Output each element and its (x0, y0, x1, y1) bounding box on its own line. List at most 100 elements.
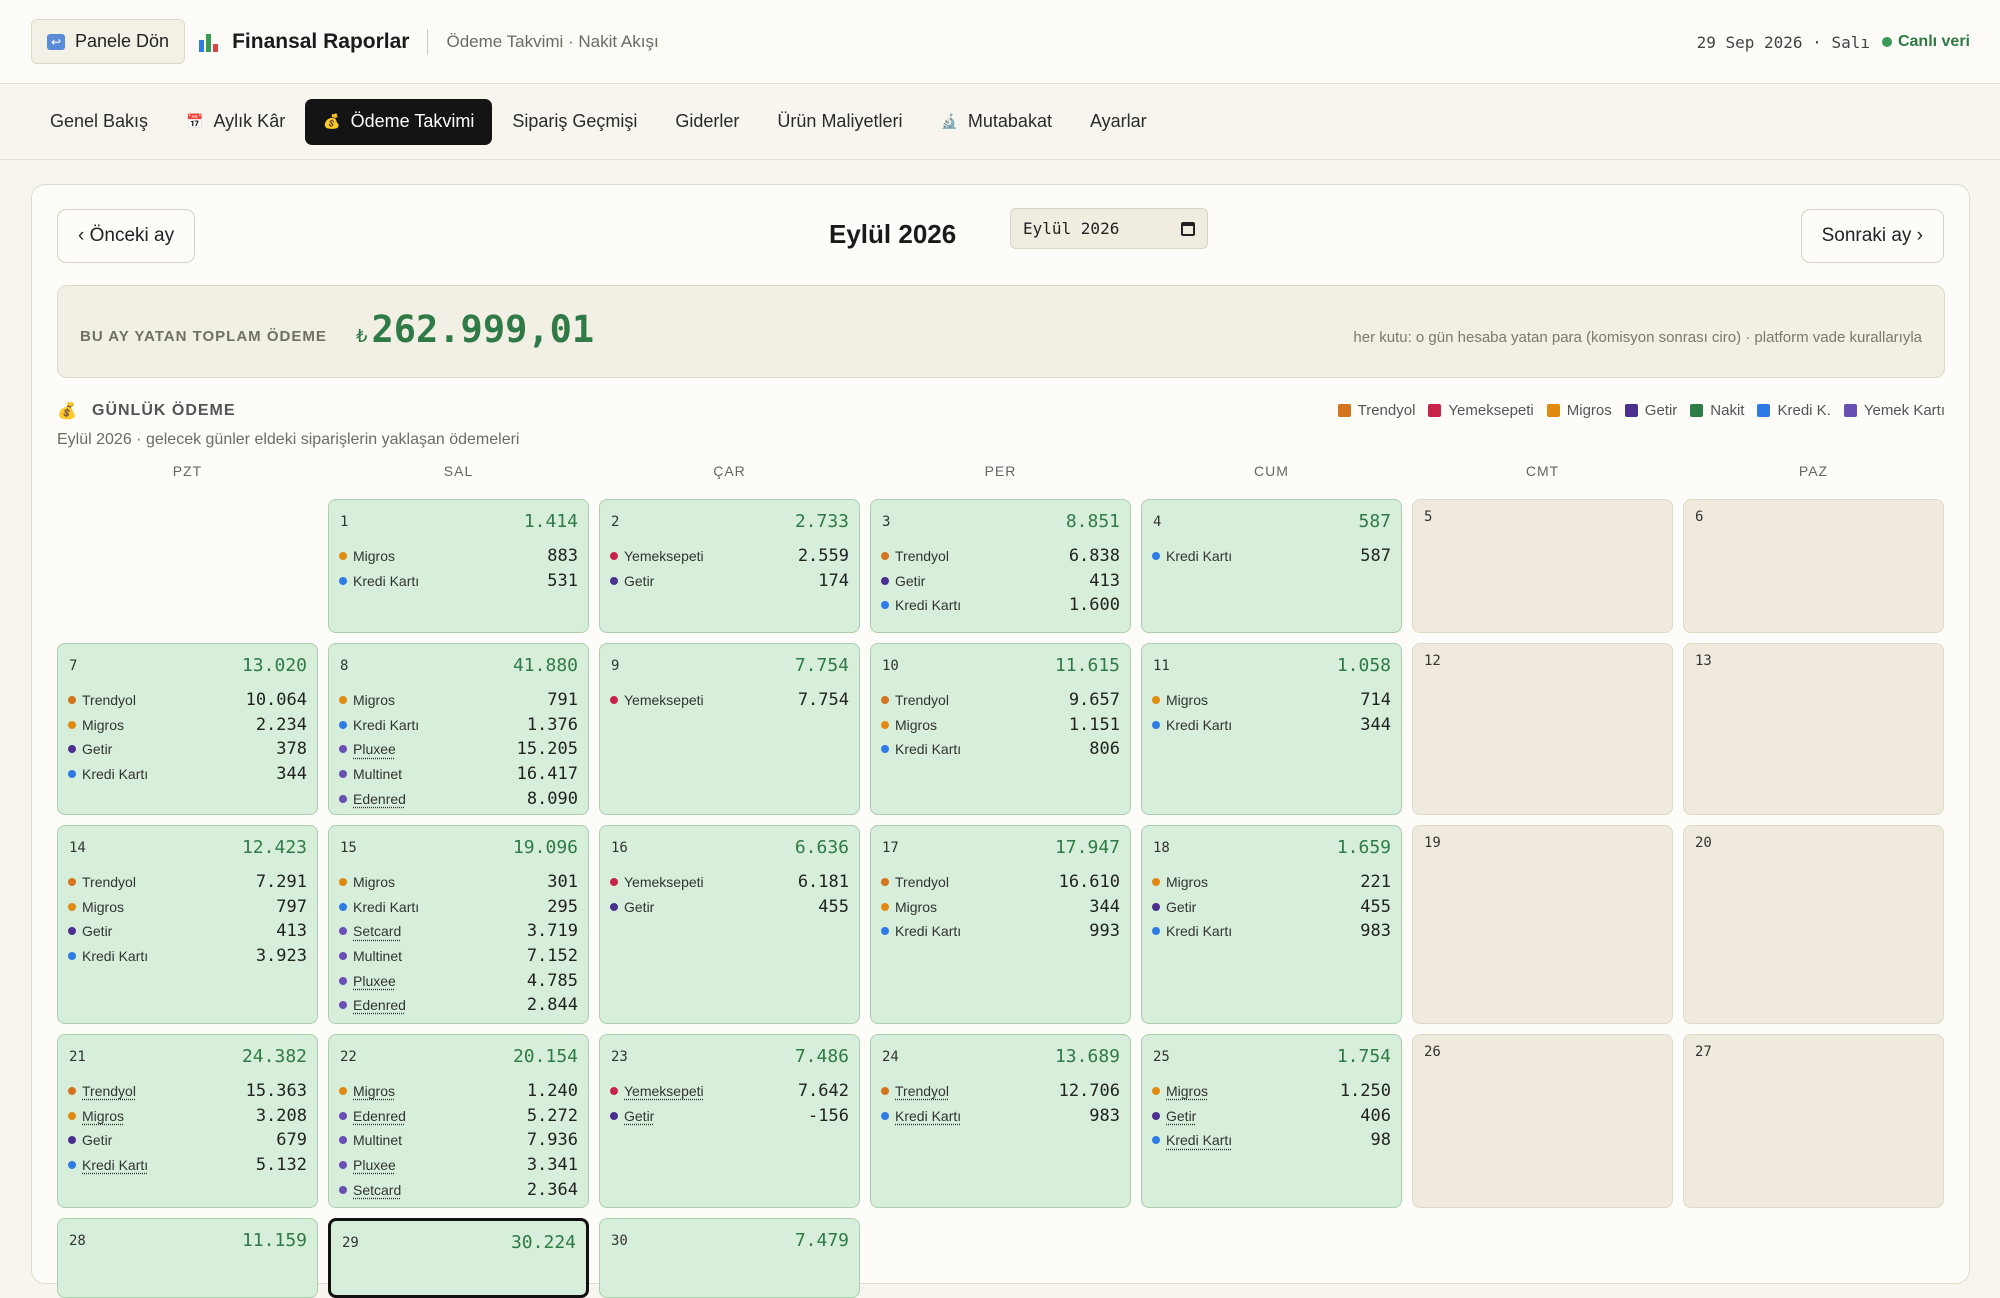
day-cell-12[interactable]: 12 (1412, 643, 1673, 815)
tab-ürün-maliyetleri[interactable]: Ürün Maliyetleri (759, 99, 920, 145)
payment-rows: Migros 714 Kredi Kartı 344 (1152, 688, 1391, 737)
platform-name: Kredi Kartı (1152, 1132, 1232, 1148)
weekday-label: CUM (1254, 463, 1289, 479)
platform-label: Multinet (353, 948, 403, 965)
day-cell-24[interactable]: 24 13.689 Trendyol 12.706 Kredi Kartı 983 (870, 1034, 1131, 1208)
month-picker-input[interactable]: Eylül 2026 (1010, 208, 1208, 249)
platform-amount: 797 (276, 896, 307, 917)
day-number: 14 (69, 840, 86, 856)
live-dot-icon (1881, 37, 1892, 47)
platform-name: Migros (881, 899, 937, 915)
platform-label: Getir (1166, 1107, 1197, 1124)
day-cell-4[interactable]: 4 587 Kredi Kartı 587 (1141, 499, 1402, 633)
day-cell-14[interactable]: 14 12.423 Trendyol 7.291 Migros 797 Getir 413 Kr… (57, 825, 318, 1024)
day-cell-26[interactable]: 26 (1412, 1034, 1673, 1208)
platform-dot (339, 745, 347, 754)
day-cell-5[interactable]: 5 (1412, 499, 1673, 633)
platform-dot (339, 1136, 347, 1145)
day-cell-22[interactable]: 22 20.154 Migros 1.240 Edenred 5.272 Multinet 7… (328, 1034, 589, 1208)
next-month-button[interactable]: Sonraki ay › (1800, 209, 1944, 263)
platform-amount: 7.291 (255, 872, 307, 893)
payment-row: Kredi Kartı 806 (881, 737, 1120, 762)
platform-label: Migros (353, 874, 396, 891)
day-cell-8[interactable]: 8 41.880 Migros 791 Kredi Kartı 1.376 Pluxee 15… (328, 643, 589, 815)
day-total: 11.615 (1054, 655, 1120, 676)
payment-row: Yemeksepeti 6.181 (610, 870, 849, 895)
day-cell-30[interactable]: 30 7.479 (599, 1218, 860, 1298)
day-cell-29[interactable]: 29 30.224 (328, 1218, 589, 1298)
day-cell-2[interactable]: 2 2.733 Yemeksepeti 2.559 Getir 174 (599, 499, 860, 633)
day-total: 12.423 (241, 837, 307, 858)
calendar-icon[interactable] (1181, 221, 1195, 236)
platform-amount: 413 (1089, 570, 1120, 591)
platform-name: Kredi Kartı (339, 899, 419, 915)
day-cell-6[interactable]: 6 (1683, 499, 1944, 633)
tab-sipariş-geçmişi[interactable]: Sipariş Geçmişi (494, 99, 655, 145)
tab-ayarlar[interactable]: Ayarlar (1072, 99, 1165, 145)
day-cell-20[interactable]: 20 (1683, 825, 1944, 1024)
platform-amount: 12.706 (1058, 1081, 1120, 1102)
tab-giderler[interactable]: Giderler (657, 99, 757, 145)
tab-ödeme-takvimi[interactable]: 💰 Ödeme Takvimi (305, 98, 493, 145)
day-total: 1.754 (1336, 1046, 1391, 1067)
day-cell-1[interactable]: 1 1.414 Migros 883 Kredi Kartı 531 (328, 499, 589, 633)
tab-mutabakat[interactable]: 🔬 Mutabakat (922, 99, 1070, 145)
monthly-total-summary: BU AY YATAN TOPLAM ÖDEME ₺ 262.999,01 he… (57, 285, 1945, 378)
platform-dot (339, 576, 347, 585)
platform-dot (339, 952, 347, 961)
legend-label: Getir (1644, 402, 1678, 419)
section-subtitle: Eylül 2026 · gelecek günler eldeki sipar… (57, 431, 520, 448)
day-cell-17[interactable]: 17 17.947 Trendyol 16.610 Migros 344 Kredi Kar… (870, 825, 1131, 1024)
platform-dot (881, 1111, 889, 1120)
payment-row: Migros 301 (339, 870, 578, 895)
platform-name: Getir (68, 1132, 112, 1148)
platform-name: Kredi Kartı (881, 923, 961, 939)
platform-name: Getir (881, 573, 925, 589)
tab-aylık-k-r[interactable]: 📅 Aylık Kâr (168, 99, 303, 145)
platform-name: Yemeksepeti (610, 1083, 704, 1099)
platform-amount: 6.181 (797, 872, 849, 893)
day-cell-13[interactable]: 13 (1683, 643, 1944, 815)
day-cell-10[interactable]: 10 11.615 Trendyol 9.657 Migros 1.151 Kredi Ka… (870, 643, 1131, 815)
platform-amount: 5.272 (526, 1105, 578, 1126)
day-number: 17 (882, 840, 899, 856)
day-total: 19.096 (512, 837, 578, 858)
platform-amount: 1.600 (1068, 595, 1120, 616)
day-number: 20 (1695, 835, 1712, 851)
platform-amount: 7.152 (526, 946, 578, 967)
platform-dot (68, 902, 76, 911)
day-cell-23[interactable]: 23 7.486 Yemeksepeti 7.642 Getir -156 (599, 1034, 860, 1208)
platform-label: Kredi Kartı (895, 741, 962, 758)
payment-row: Kredi Kartı 983 (1152, 919, 1391, 944)
day-cell-19[interactable]: 19 (1412, 825, 1673, 1024)
day-cell-9[interactable]: 9 7.754 Yemeksepeti 7.754 (599, 643, 860, 815)
day-cell-21[interactable]: 21 24.382 Trendyol 15.363 Migros 3.208 Getir 67… (57, 1034, 318, 1208)
day-cell-18[interactable]: 18 1.659 Migros 221 Getir 455 Kredi Kartı 983 (1141, 825, 1402, 1024)
platform-label: Migros (1166, 874, 1209, 891)
platform-dot (881, 1087, 889, 1096)
platform-dot (610, 576, 618, 585)
platform-name: Setcard (339, 923, 401, 939)
payment-row: Kredi Kartı 587 (1152, 544, 1391, 569)
previous-month-button[interactable]: ‹ Önceki ay (57, 209, 196, 263)
payment-row: Trendyol 7.291 (68, 870, 307, 895)
platform-amount: 9.657 (1068, 690, 1120, 711)
legend-item: Nakit (1690, 402, 1744, 419)
day-cell-27[interactable]: 27 (1683, 1034, 1944, 1208)
back-to-panel-button[interactable]: ↩ Panele Dön (31, 19, 186, 64)
day-total: 2.733 (794, 511, 849, 532)
day-cell-7[interactable]: 7 13.020 Trendyol 10.064 Migros 2.234 Getir 378… (57, 643, 318, 815)
day-number: 12 (1424, 653, 1441, 669)
day-cell-28[interactable]: 28 11.159 (57, 1218, 318, 1298)
day-cell-16[interactable]: 16 6.636 Yemeksepeti 6.181 Getir 455 (599, 825, 860, 1024)
payment-rows: Migros 301 Kredi Kartı 295 Setcard 3.719 Multi… (339, 870, 578, 1018)
tab-genel-bakış[interactable]: Genel Bakış (32, 99, 166, 145)
payment-rows: Yemeksepeti 2.559 Getir 174 (610, 544, 849, 593)
day-cell-25[interactable]: 25 1.754 Migros 1.250 Getir 406 Kredi Kartı 98 (1141, 1034, 1402, 1208)
day-cell-3[interactable]: 3 8.851 Trendyol 6.838 Getir 413 Kredi Kartı 1.… (870, 499, 1131, 633)
platform-label: Getir (1166, 898, 1197, 915)
day-cell-15[interactable]: 15 19.096 Migros 301 Kredi Kartı 295 Setcard 3.… (328, 825, 589, 1024)
platform-dot (68, 770, 76, 779)
day-cell-11[interactable]: 11 1.058 Migros 714 Kredi Kartı 344 (1141, 643, 1402, 815)
platform-label: Getir (82, 1132, 113, 1149)
